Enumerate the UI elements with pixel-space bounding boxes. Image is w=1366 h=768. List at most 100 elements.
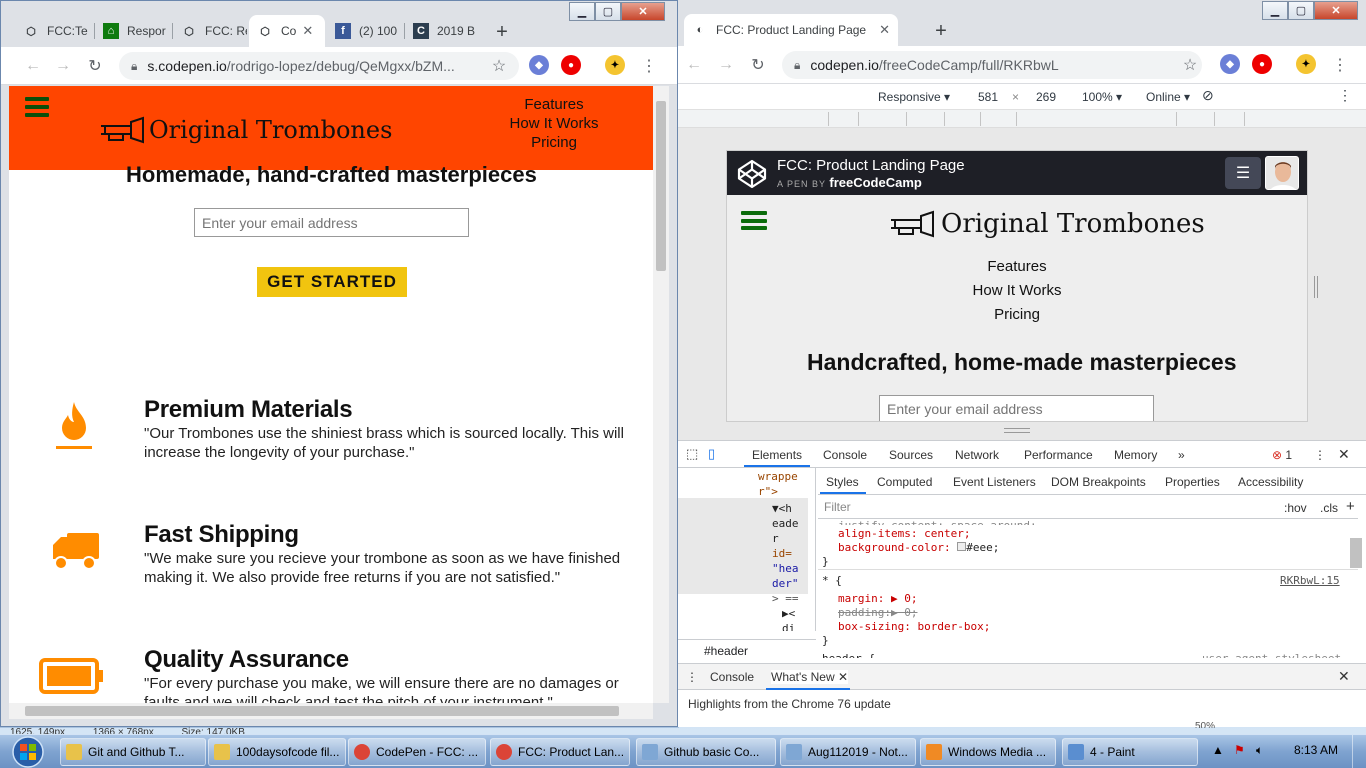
tab-elements[interactable]: Elements xyxy=(752,448,802,462)
device-mode-select[interactable]: Responsive ▾ xyxy=(878,90,950,104)
taskbar-item-github-basic[interactable]: Github basic Co... xyxy=(636,738,776,766)
vertical-scrollbar[interactable] xyxy=(653,86,669,703)
styles-filter-input[interactable]: Filter xyxy=(818,495,1358,519)
horizontal-scrollbar[interactable] xyxy=(9,703,653,719)
email-input[interactable]: Enter your email address xyxy=(879,395,1154,421)
width-input[interactable]: 581 xyxy=(978,90,998,104)
close-tab-icon[interactable]: ✕ xyxy=(302,23,313,39)
bookmark-star-icon[interactable]: ☆ xyxy=(1180,55,1200,75)
height-input[interactable]: 269 xyxy=(1036,90,1056,104)
menu-icon[interactable]: ⋮ xyxy=(639,56,659,76)
tab-computed[interactable]: Computed xyxy=(877,475,932,489)
ublock-extension-icon[interactable]: ● xyxy=(1252,54,1272,74)
drawer-close-icon[interactable]: ✕ xyxy=(1338,668,1350,685)
new-tab-button[interactable]: + xyxy=(928,18,954,44)
taskbar-item-windows-media[interactable]: Windows Media ... xyxy=(920,738,1056,766)
action-center-icon[interactable]: ⚑ xyxy=(1234,743,1245,757)
tab-2019[interactable]: C 2019 B xyxy=(405,15,481,47)
cls-toggle[interactable]: .cls xyxy=(1320,501,1338,515)
taskbar-item-git-github[interactable]: Git and Github T... xyxy=(60,738,206,766)
tab-performance[interactable]: Performance xyxy=(1024,448,1093,462)
shield-extension-icon[interactable]: ◆ xyxy=(1220,54,1240,74)
forward-icon[interactable]: → xyxy=(716,55,736,75)
rotate-icon[interactable]: ⊘ xyxy=(1202,87,1214,104)
taskbar-item-100daysofcode[interactable]: 100daysofcode fil... xyxy=(208,738,346,766)
inspect-element-icon[interactable]: ⬚ xyxy=(686,446,698,462)
devtools-close-icon[interactable]: ✕ xyxy=(1338,446,1350,463)
logo[interactable]: Original Trombones xyxy=(889,209,1205,239)
more-tabs-icon[interactable]: » xyxy=(1178,448,1185,462)
drawer-menu-icon[interactable]: ⋮ xyxy=(686,670,698,684)
tab-respor[interactable]: ⌂ Respor xyxy=(95,15,171,47)
device-more-icon[interactable]: ⋮ xyxy=(1338,87,1352,104)
tab-properties[interactable]: Properties xyxy=(1165,475,1220,489)
taskbar-item-paint[interactable]: 4 - Paint xyxy=(1062,738,1198,766)
device-toggle-icon[interactable]: ▯ xyxy=(708,446,715,462)
back-icon[interactable]: ← xyxy=(23,56,43,76)
close-window-button[interactable]: ✕ xyxy=(1314,1,1358,20)
minimize-button[interactable]: ▁ xyxy=(569,2,595,21)
bookmark-star-icon[interactable]: ☆ xyxy=(489,56,509,76)
taskbar-item-aug112019[interactable]: Aug112019 - Not... xyxy=(780,738,916,766)
show-hidden-icons-icon[interactable]: ▲ xyxy=(1212,743,1224,757)
nav-link-features[interactable]: Features xyxy=(957,255,1077,279)
tab-product-landing[interactable]: ◐ FCC: Product Landing Page ✕ xyxy=(684,14,898,46)
minimize-button[interactable]: ▁ xyxy=(1262,1,1288,20)
hamburger-menu-icon[interactable] xyxy=(741,211,767,230)
media-query-ruler[interactable] xyxy=(678,110,1366,128)
tab-sources[interactable]: Sources xyxy=(889,448,933,462)
avatar[interactable] xyxy=(1265,156,1299,190)
hamburger-menu-icon[interactable] xyxy=(25,97,49,117)
scrollbar-thumb[interactable] xyxy=(656,101,666,271)
tab-network[interactable]: Network xyxy=(955,448,999,462)
dom-tree[interactable]: wrappe r"> ▼<h eade r id= "hea der" > ==… xyxy=(678,468,816,631)
tab-styles[interactable]: Styles xyxy=(826,475,859,489)
tab-console[interactable]: Console xyxy=(823,448,867,462)
logo[interactable]: Original Trombones xyxy=(99,116,392,144)
resize-handle-right[interactable] xyxy=(1314,276,1318,298)
error-badge[interactable]: ⊗ 1 xyxy=(1272,448,1292,462)
get-started-button[interactable]: GET STARTED xyxy=(257,267,407,297)
devtools-menu-icon[interactable]: ⋮ xyxy=(1314,448,1326,462)
network-throttle-select[interactable]: Online ▾ xyxy=(1146,90,1190,104)
drawer-tab-whats-new[interactable]: What's New ✕ xyxy=(771,670,849,684)
drawer-tab-console[interactable]: Console xyxy=(710,670,754,684)
extension-icon[interactable]: ✦ xyxy=(1296,54,1316,74)
nav-link-pricing[interactable]: Pricing xyxy=(499,133,609,152)
address-bar[interactable]: 🔒︎ codepen.io/freeCodeCamp/full/RKRbwL xyxy=(782,51,1202,79)
tab-codepen-active[interactable]: ⬡ Co ✕ xyxy=(249,15,325,47)
tab-fcc-te[interactable]: ⬡ FCC:Te xyxy=(15,15,93,47)
close-tab-icon[interactable]: ✕ xyxy=(879,22,890,38)
tab-dom-breakpoints[interactable]: DOM Breakpoints xyxy=(1051,475,1146,489)
zoom-select[interactable]: 100% ▾ xyxy=(1082,90,1122,104)
scrollbar-thumb[interactable] xyxy=(25,706,619,716)
tab-memory[interactable]: Memory xyxy=(1114,448,1157,462)
tab-fcc-re[interactable]: ⬡FCC: Re xyxy=(173,15,247,47)
extension-icon[interactable]: ✦ xyxy=(605,55,625,75)
address-bar[interactable]: 🔒︎ s.codepen.io/rodrigo-lopez/debug/QeMg… xyxy=(119,52,519,80)
tab-accessibility[interactable]: Accessibility xyxy=(1238,475,1303,489)
menu-icon[interactable]: ⋮ xyxy=(1330,55,1350,75)
volume-icon[interactable]: 🔈︎ xyxy=(1256,743,1263,758)
hov-toggle[interactable]: :hov xyxy=(1284,501,1307,515)
new-tab-button[interactable]: + xyxy=(489,19,515,45)
back-icon[interactable]: ← xyxy=(684,55,704,75)
maximize-button[interactable]: ▢ xyxy=(595,2,621,21)
resize-handle-bottom[interactable] xyxy=(1004,428,1030,433)
styles-scrollbar-thumb[interactable] xyxy=(1350,538,1362,568)
email-input[interactable]: Enter your email address xyxy=(194,208,469,237)
tab-facebook[interactable]: f (2) 100 xyxy=(327,15,403,47)
reload-icon[interactable]: ↻ xyxy=(85,56,105,76)
pen-author[interactable]: freeCodeCamp xyxy=(829,175,921,190)
shield-extension-icon[interactable]: ◆ xyxy=(529,55,549,75)
nav-link-pricing[interactable]: Pricing xyxy=(957,303,1077,327)
forward-icon[interactable]: → xyxy=(53,56,73,76)
layout-toggle-icon[interactable]: ☰ xyxy=(1225,157,1261,189)
show-desktop-button[interactable] xyxy=(1352,735,1366,768)
ublock-extension-icon[interactable]: ● xyxy=(561,55,581,75)
nav-link-features[interactable]: Features xyxy=(499,95,609,114)
nav-link-how-it-works[interactable]: How It Works xyxy=(957,279,1077,303)
clock[interactable]: 8:13 AM xyxy=(1294,743,1338,757)
close-window-button[interactable]: ✕ xyxy=(621,2,665,21)
tab-event-listeners[interactable]: Event Listeners xyxy=(953,475,1036,489)
